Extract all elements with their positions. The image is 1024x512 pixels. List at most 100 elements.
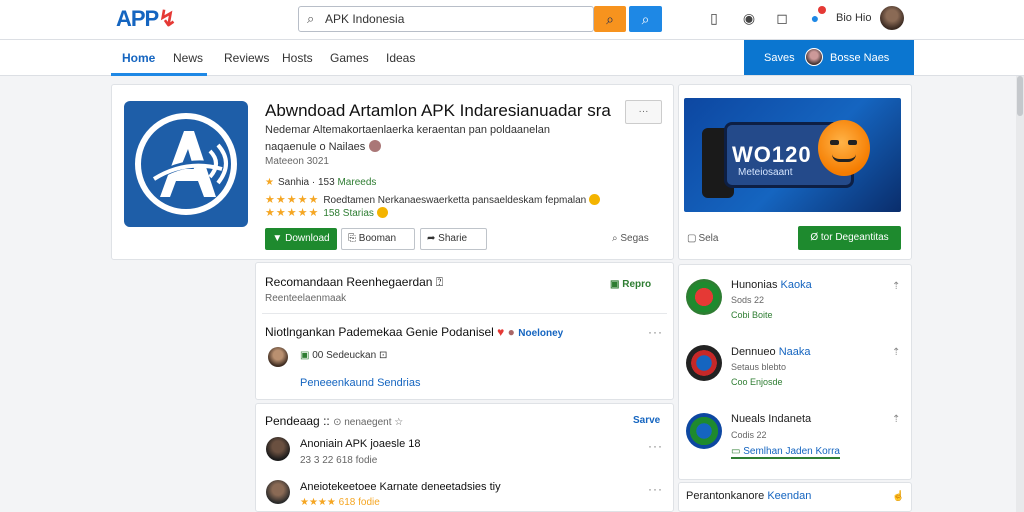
comment-meta-2: ★★★★ 618 fodie — [300, 497, 380, 508]
news-tag[interactable]: Noeloney — [518, 328, 563, 339]
smile-icon-2 — [376, 207, 388, 218]
search-submit-button[interactable]: ⌕ — [629, 6, 662, 32]
news-link[interactable]: Peneeenkaund Sendrias — [300, 377, 420, 389]
sidebar-item-meta-3: Codis 22 — [731, 430, 767, 440]
comments-subtitle: ⊙ nenaegent ☆ — [333, 417, 404, 428]
search-input[interactable] — [325, 10, 585, 28]
user-name[interactable]: Bio Hio — [836, 12, 871, 24]
nav-cta-user: Bosse Naes — [830, 52, 890, 64]
recommended-action-label: Repro — [622, 279, 652, 290]
promo-label-text: Sela — [698, 233, 719, 244]
chat-icon[interactable]: ◉ — [740, 9, 758, 27]
app-meta: Mateeon 3021 — [265, 156, 329, 167]
recommended-action[interactable]: ▣ Repro — [610, 279, 651, 290]
promo-label[interactable]: ▢ Sela — [687, 233, 736, 244]
nav-cta-button[interactable]: Saves Bosse Naes — [744, 40, 914, 75]
avatar-small-icon: ● — [507, 325, 515, 339]
nav-tab-games[interactable]: Games — [330, 51, 369, 65]
apps-icon[interactable]: ▯ — [705, 9, 723, 27]
verified-icon: ▣ — [300, 350, 313, 361]
share-label: Sharie — [438, 233, 468, 244]
smile-icon — [589, 194, 601, 205]
mascot-mouth — [832, 154, 856, 162]
nav-tab-home[interactable]: Home — [122, 51, 155, 65]
comments-action[interactable]: Sarve — [633, 415, 660, 426]
comments-title: Pendeaag :: ⊙ nenaegent ☆ — [265, 414, 404, 428]
star-icon: ★ — [265, 177, 274, 188]
comment-more-button-2[interactable]: ··· — [648, 482, 663, 496]
sidebar-footer-accent[interactable]: Keendan — [767, 490, 811, 502]
comment-more-button[interactable]: ··· — [648, 439, 663, 453]
divider — [262, 313, 667, 314]
sidebar-item-meta: Sods 22 — [731, 295, 765, 305]
downloads-label: Mareeds — [337, 177, 377, 188]
sidebar-item-meta-2: Setaus blebto — [731, 362, 787, 372]
app-title: Abwndoad Artamlon APK Indaresianuadar sr… — [265, 101, 611, 120]
comment-meta: 23 3 22 618 fodie — [300, 455, 378, 466]
sidebar-item-icon[interactable] — [686, 279, 722, 315]
bookmark-outline-icon: ▢ — [687, 233, 697, 244]
news-author-avatar[interactable] — [268, 347, 288, 367]
review-stars-2: ★★★★★ — [265, 207, 320, 219]
upvote-icon-3[interactable]: ⇡ — [892, 414, 900, 425]
rating-label: Sanhia — [277, 177, 310, 188]
promo-button[interactable]: Ø tor Degeantitas — [798, 226, 901, 250]
search-box[interactable]: ⌕ — [298, 6, 594, 32]
scrollbar-thumb[interactable] — [1017, 76, 1023, 116]
mascot-eye-right — [848, 140, 857, 145]
nav-tab-reviews[interactable]: Reviews — [224, 51, 269, 65]
app-more-button[interactable]: ··· — [625, 100, 662, 124]
logo-text: APP — [116, 6, 159, 31]
comment-avatar-2[interactable] — [266, 480, 290, 504]
news-user-meta-text: 00 Sedeuckan — [312, 350, 377, 361]
sidebar-item-title-2[interactable]: Dennueo Naaka — [731, 346, 811, 358]
nav-tab-ideas[interactable]: Ideas — [386, 51, 415, 65]
news-more-button[interactable]: ··· — [648, 325, 663, 339]
search-filter-button[interactable]: ⌕ — [594, 6, 626, 32]
emoji-mascot-icon — [818, 120, 870, 176]
sidebar-item-icon-3[interactable] — [686, 413, 722, 449]
mascot-eye-left — [830, 140, 839, 145]
app-logo-icon — [135, 113, 237, 215]
nav-tab-hosts[interactable]: Hosts — [282, 51, 313, 65]
sidebar-footer-title-text: Perantonkanore — [686, 490, 765, 502]
promo-headline: WO120 — [732, 142, 812, 167]
sidebar-item-title[interactable]: Hunonias Kaoka — [731, 279, 812, 291]
user-avatar[interactable] — [880, 6, 904, 30]
site-logo[interactable]: APP↯ — [116, 6, 177, 32]
page-scrollbar[interactable] — [1016, 76, 1024, 512]
like-icon[interactable]: ☝ — [892, 491, 904, 502]
sidebar-item-meta2: Cobi Boite — [731, 310, 773, 320]
nav-cta-avatar — [805, 48, 823, 66]
comments-subtitle-text: nenaegent — [344, 417, 392, 428]
sidebar-item-accent-2: Naaka — [778, 346, 811, 358]
rating-count: 153 — [318, 177, 335, 188]
app-description-line1: Nedemar Altemakortaenlaerka keraentan pa… — [265, 124, 550, 136]
promo-banner[interactable]: WO120 Meteiosaant — [684, 98, 901, 212]
download-button[interactable]: ▼ Download — [265, 228, 337, 250]
sidebar-item-link-text: Semlhan Jaden Korra — [743, 446, 840, 457]
heart-icon: ♥ — [497, 325, 505, 339]
comment-avatar[interactable] — [266, 437, 290, 461]
news-title-text: Niotlngankan Pademekaa Genie Podanisel — [265, 325, 494, 339]
recommended-subtitle: Reenteelaenmaak — [265, 293, 347, 304]
upvote-icon-2[interactable]: ⇡ — [892, 347, 900, 358]
top-bar: APP↯ ⌕ ⌕ ⌕ ▯ ◉ ◻ ● Bio Hio — [0, 0, 1024, 40]
comments-title-text: Pendeaag — [265, 414, 320, 428]
news-title: Niotlngankan Pademekaa Genie Podanisel ♥… — [265, 325, 563, 339]
box-icon[interactable]: ◻ — [773, 9, 791, 27]
sidebar-footer-title: Perantonkanore Keendan — [686, 490, 811, 502]
sidebar-item-link[interactable]: ▭ Semlhan Jaden Korra — [731, 446, 840, 459]
share-icon: ➦ — [427, 233, 439, 244]
nav-tab-news[interactable]: News — [173, 51, 203, 65]
review-stars: ★★★★★ — [265, 194, 320, 206]
nav-cta-label: Saves — [764, 52, 795, 64]
review-text: Roedtamen Nerkanaeswaerketta pansaeldesk… — [323, 195, 587, 206]
nav-active-indicator — [111, 73, 207, 76]
report-link[interactable]: ⌕ Segas — [612, 233, 649, 244]
share-button[interactable]: ➦ Sharie — [420, 228, 487, 250]
upvote-icon[interactable]: ⇡ — [892, 281, 900, 292]
sidebar-item-icon-2[interactable] — [686, 345, 722, 381]
bookmark-button[interactable]: ⎘ Booman — [341, 228, 415, 250]
sidebar-item-title-3[interactable]: Nueals Indaneta — [731, 413, 811, 425]
